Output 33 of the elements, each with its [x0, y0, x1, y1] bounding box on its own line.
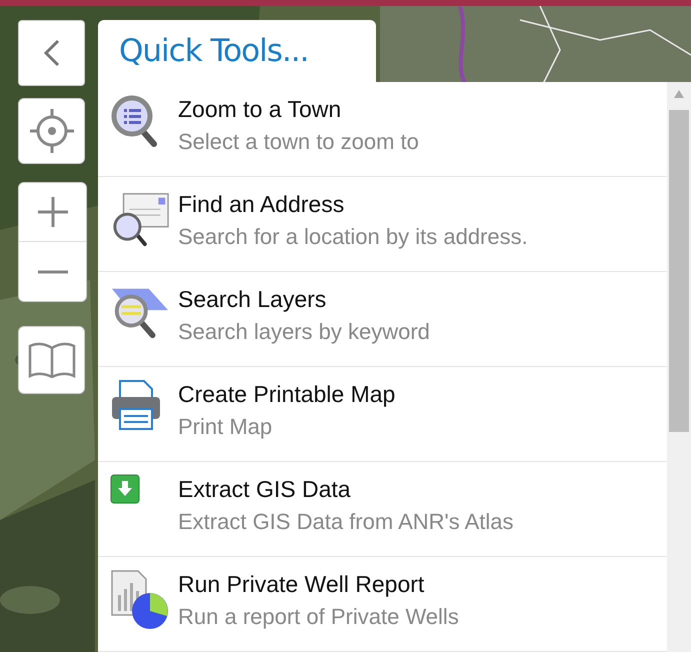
tool-description: Search for a location by its address.	[178, 224, 528, 250]
plus-icon	[36, 196, 68, 228]
bookmarks-button[interactable]	[18, 326, 85, 394]
scrollbar-thumb[interactable]	[669, 110, 689, 432]
locate-button[interactable]	[18, 98, 85, 164]
minus-icon	[36, 270, 68, 274]
tool-title: Find an Address	[178, 191, 346, 218]
tool-item[interactable]: Create Printable Map Print Map	[98, 367, 667, 462]
magnifier-list-icon	[110, 94, 160, 150]
tool-title: Zoom to a Town	[178, 96, 342, 123]
tool-item[interactable]: Find an Address Search for a location by its address.	[98, 177, 667, 272]
panel-title: Quick Tools...	[119, 33, 308, 69]
tool-title: Search Layers	[178, 286, 328, 313]
tool-description: Search layers by keyword	[178, 319, 430, 345]
tool-description: Print Map	[178, 414, 274, 440]
tool-description: Run a report of Private Wells	[178, 604, 459, 630]
tool-title: Extract GIS Data	[178, 476, 352, 503]
back-button[interactable]	[18, 20, 85, 86]
tool-title: Create Printable Map	[178, 381, 396, 408]
tool-item[interactable]: Extract GIS Data Extract GIS Data from ANR's Atlas	[98, 462, 667, 557]
printer-icon	[110, 379, 162, 431]
download-icon	[110, 474, 140, 504]
book-icon	[28, 342, 76, 378]
tool-item[interactable]: Zoom to a Town Select a town to zoom to	[98, 82, 667, 177]
tool-item[interactable]: Search Layers Search layers by keyword	[98, 272, 667, 367]
tool-item[interactable]: Run Private Well Report Run a report of Private Wells	[98, 557, 667, 652]
report-chart-icon	[110, 569, 170, 631]
tool-title: Run Private Well Report	[178, 571, 426, 598]
tool-description: Extract GIS Data from ANR's Atlas	[178, 509, 514, 535]
tool-description: Select a town to zoom to	[178, 129, 419, 155]
crosshair-icon	[30, 109, 74, 153]
scrollbar[interactable]	[667, 82, 691, 652]
back-icon	[44, 39, 60, 67]
